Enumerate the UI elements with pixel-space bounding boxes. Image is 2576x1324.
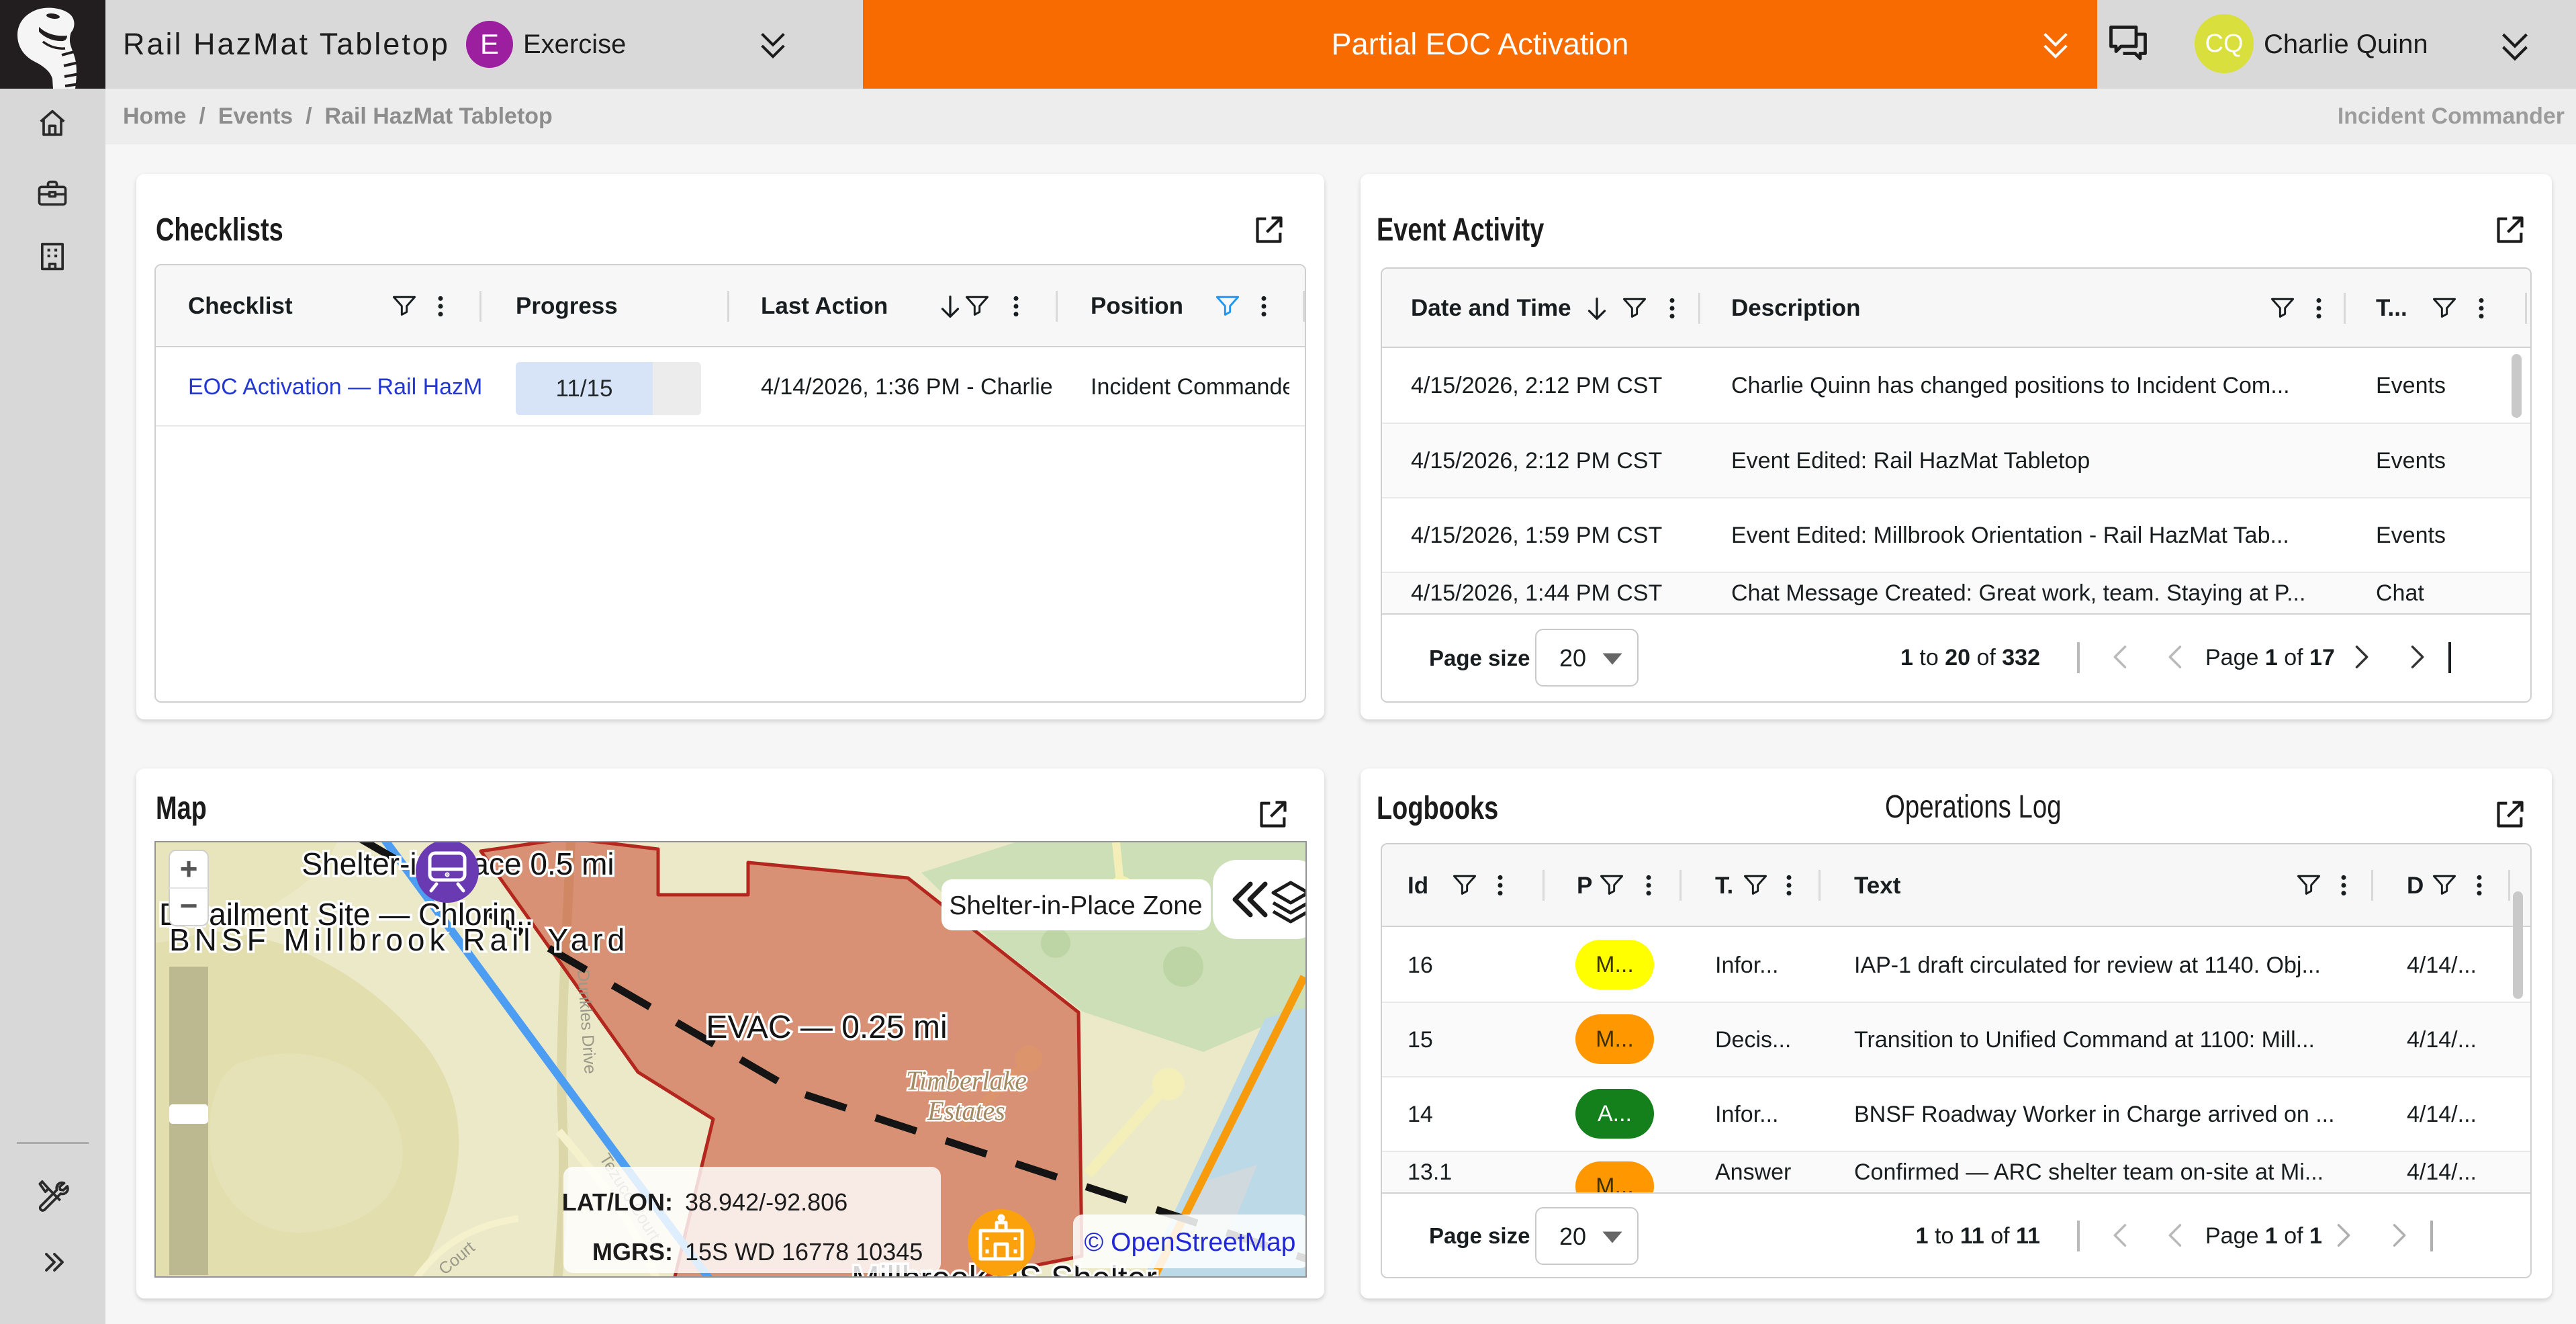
svg-text:Shelter-in-Place Zone: Shelter-in-Place Zone	[949, 891, 1202, 920]
svg-text:38.942/-92.806: 38.942/-92.806	[685, 1188, 847, 1216]
svg-text:MGRS:: MGRS:	[592, 1238, 673, 1266]
svg-text:Timberlake: Timberlake	[906, 1065, 1027, 1096]
svg-text:Estates: Estates	[927, 1096, 1005, 1126]
svg-text:−: −	[180, 888, 198, 923]
svg-text:+: +	[180, 851, 198, 886]
svg-text:15S WD 16778 10345: 15S WD 16778 10345	[685, 1238, 923, 1266]
svg-text:BNSF Millbrook Rail Yard: BNSF Millbrook Rail Yard	[169, 922, 629, 957]
svg-text:LAT/LON:: LAT/LON:	[562, 1188, 673, 1216]
svg-text:© OpenStreetMap: © OpenStreetMap	[1085, 1228, 1296, 1257]
svg-text:EVAC — 0.25 mi: EVAC — 0.25 mi	[706, 1010, 947, 1045]
